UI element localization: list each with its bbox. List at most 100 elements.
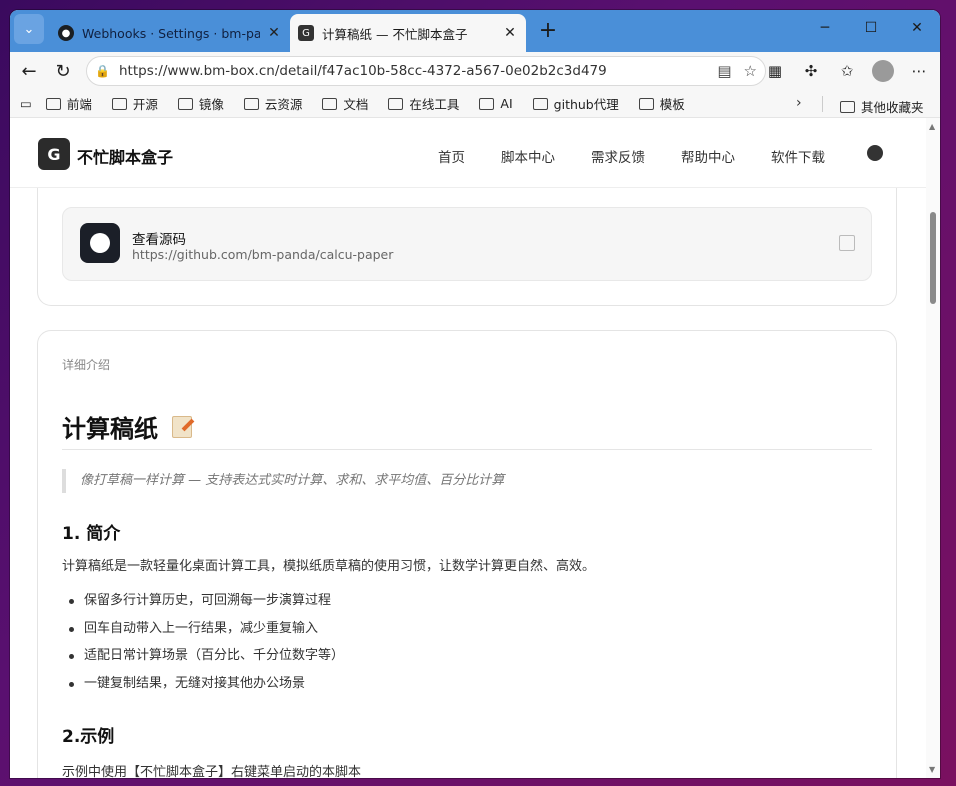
folder-icon [479, 97, 495, 110]
toolbar-actions: ▦ ✣ ✩ ⋯ [760, 56, 934, 86]
site-name[interactable]: 不忙脚本盒子 [77, 144, 173, 168]
close-icon[interactable]: ✕ [502, 25, 518, 41]
folder-icon [322, 97, 338, 110]
section-label: 详细介绍 [62, 358, 111, 372]
folder-icon [111, 97, 127, 110]
extensions-icon[interactable]: ✣ [796, 56, 826, 86]
favorites-icon[interactable]: ✩ [832, 56, 862, 86]
bookmark-label: 在线工具 [409, 97, 460, 112]
bookmarks-bar: ▭ 前端 开源 镜像 云资源 文档 在线工具 AI github代理 模板 › … [10, 90, 940, 118]
profile-avatar-icon[interactable] [872, 60, 894, 82]
bookmark-label: github代理 [553, 97, 619, 112]
folder-icon [840, 100, 855, 113]
bookmark-label: 开源 [132, 97, 158, 112]
page-viewport: 查看源码 https://github.com/bm-panda/calcu-p… [10, 118, 940, 778]
more-menu-icon[interactable]: ⋯ [904, 56, 934, 86]
bookmark-folder[interactable]: 云资源 [243, 94, 303, 113]
reader-mode-icon[interactable]: ▤ [717, 62, 731, 80]
bookmark-folder[interactable]: 模板 [638, 94, 685, 113]
bookmark-label: 文档 [343, 97, 369, 112]
back-button[interactable]: ← [12, 56, 46, 86]
bookmark-label: 其他收藏夹 [861, 100, 924, 115]
site-favicon-icon: G [298, 25, 314, 41]
close-icon[interactable]: ✕ [266, 25, 282, 41]
bookmark-folder[interactable]: 镜像 [177, 94, 224, 113]
tab-strip: ⌄ ● Webhooks · Settings · bm-panda/r ✕ G… [10, 10, 940, 52]
view-source-link[interactable]: 查看源码 https://github.com/bm-panda/calcu-p… [62, 207, 872, 281]
title-text: 计算稿纸 [62, 415, 158, 443]
favorite-star-icon[interactable]: ☆ [744, 62, 757, 80]
bookmark-label: 云资源 [264, 97, 303, 112]
nav-script-center[interactable]: 脚本中心 [501, 146, 555, 166]
tab-webhooks[interactable]: ● Webhooks · Settings · bm-panda/r ✕ [50, 14, 290, 52]
external-link-icon [839, 235, 855, 251]
feature-list: 保留多行计算历史，可回溯每一步演算过程 回车自动带入上一行结果，减少重复输入 适… [62, 591, 344, 701]
tab-label: 计算稿纸 — 不忙脚本盒子 [322, 26, 468, 42]
site-info-icon[interactable]: 🔒 [95, 64, 113, 78]
paragraph: 计算稿纸是一款轻量化桌面计算工具，模拟纸质草稿的使用习惯，让数学计算更自然、高效… [62, 559, 596, 574]
folder-icon [243, 97, 259, 110]
github-icon [80, 223, 120, 263]
bookmark-toggle-icon[interactable]: ▭ [20, 96, 32, 111]
list-item: 一键复制结果，无缝对接其他办公场景 [62, 674, 344, 702]
folder-icon [638, 97, 654, 110]
detail-card: 详细介绍 计算稿纸 像打草稿一样计算 — 支持表达式实时计算、求和、求平均值、百… [37, 330, 897, 778]
qr-code-icon[interactable]: ▦ [760, 56, 790, 86]
scroll-up-icon[interactable]: ▲ [929, 122, 935, 131]
bookmark-folder[interactable]: AI [479, 96, 513, 111]
github-icon[interactable] [867, 145, 883, 161]
page-title: 计算稿纸 [62, 409, 192, 444]
bookmark-label: 前端 [66, 97, 92, 112]
close-window-icon[interactable]: ✕ [894, 10, 940, 46]
list-item: 适配日常计算场景（百分比、千分位数字等） [62, 646, 344, 674]
bookmark-folder[interactable]: github代理 [532, 94, 619, 113]
site-logo[interactable]: G [38, 138, 70, 170]
blockquote: 像打草稿一样计算 — 支持表达式实时计算、求和、求平均值、百分比计算 [62, 469, 504, 493]
url-text[interactable]: https://www.bm-box.cn/detail/f47ac10b-58… [119, 63, 717, 79]
folder-icon [177, 97, 193, 110]
list-item: 回车自动带入上一行结果，减少重复输入 [62, 619, 344, 647]
folder-icon [532, 97, 548, 110]
bookmark-folder[interactable]: 开源 [111, 94, 158, 113]
nav-feedback[interactable]: 需求反馈 [591, 146, 645, 166]
window-controls: ─ ☐ ✕ [802, 10, 940, 46]
chevron-right-icon[interactable]: › [796, 95, 802, 111]
nav-help-center[interactable]: 帮助中心 [681, 146, 735, 166]
other-favorites-folder[interactable]: 其他收藏夹 [840, 97, 924, 116]
section-heading: 2.示例 [62, 727, 115, 747]
bookmark-label: AI [500, 96, 513, 111]
new-tab-button[interactable]: + [536, 18, 560, 44]
tab-calcu-paper[interactable]: G 计算稿纸 — 不忙脚本盒子 ✕ [290, 14, 526, 52]
address-toolbar: ← ↻ 🔒 https://www.bm-box.cn/detail/f47ac… [10, 52, 940, 90]
paragraph: 示例中使用【不忙脚本盒子】右键菜单启动的本脚本 [62, 765, 362, 778]
divider [62, 449, 872, 450]
vertical-scrollbar[interactable]: ▲ ▼ [926, 118, 940, 778]
nav-software-download[interactable]: 软件下载 [771, 146, 825, 166]
tab-actions-button[interactable]: ⌄ [14, 14, 44, 44]
github-icon: ● [58, 25, 74, 41]
section-heading: 1. 简介 [62, 524, 121, 544]
refresh-button[interactable]: ↻ [46, 56, 80, 86]
divider [822, 96, 823, 112]
source-url: https://github.com/bm-panda/calcu-paper [132, 247, 394, 262]
scrollbar-thumb[interactable] [930, 212, 936, 304]
maximize-icon[interactable]: ☐ [848, 10, 894, 46]
bookmark-folder[interactable]: 文档 [322, 94, 368, 113]
site-nav: 首页 脚本中心 需求反馈 帮助中心 软件下载 [438, 146, 861, 166]
nav-home[interactable]: 首页 [438, 146, 465, 166]
minimize-icon[interactable]: ─ [802, 10, 848, 46]
address-bar[interactable]: 🔒 https://www.bm-box.cn/detail/f47ac10b-… [86, 56, 766, 86]
scroll-down-icon[interactable]: ▼ [929, 765, 935, 774]
url-actions: ▤ ☆ [717, 62, 757, 80]
site-header: G 不忙脚本盒子 首页 脚本中心 需求反馈 帮助中心 软件下载 [10, 118, 926, 188]
browser-window: ⌄ ● Webhooks · Settings · bm-panda/r ✕ G… [10, 10, 940, 778]
source-title: 查看源码 [132, 232, 186, 248]
bookmark-label: 镜像 [198, 97, 224, 112]
folder-icon [45, 97, 61, 110]
bookmark-folder[interactable]: 前端 [45, 94, 92, 113]
bookmark-folder[interactable]: 在线工具 [388, 94, 459, 113]
memo-icon [172, 415, 192, 438]
folder-icon [388, 97, 404, 110]
bookmark-label: 模板 [659, 97, 685, 112]
list-item: 保留多行计算历史，可回溯每一步演算过程 [62, 591, 344, 619]
